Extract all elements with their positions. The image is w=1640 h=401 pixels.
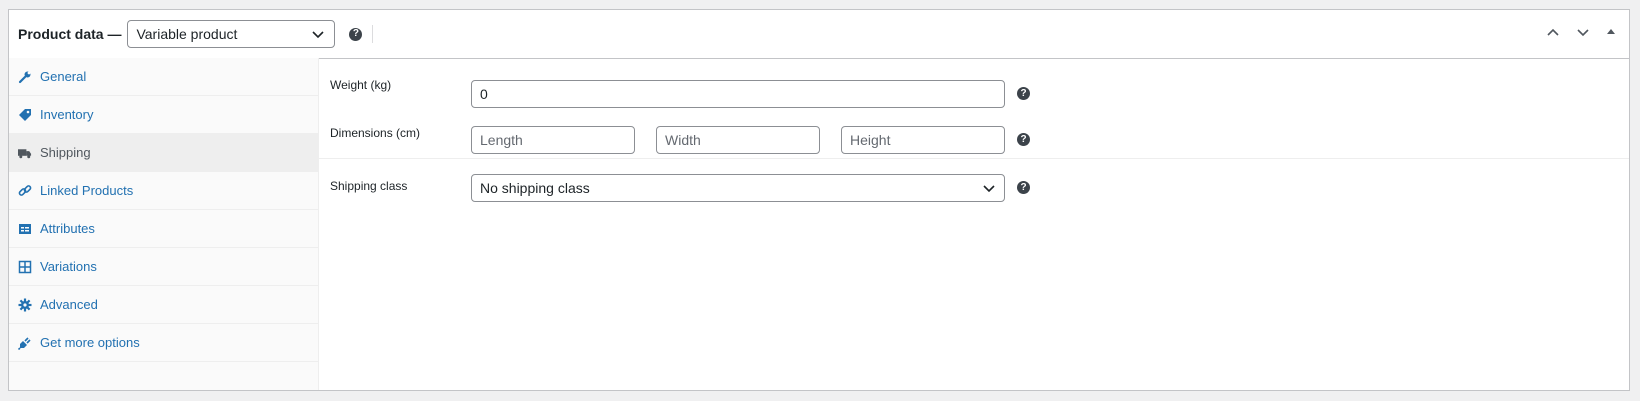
help-icon[interactable]: ? <box>349 27 363 41</box>
tag-icon <box>18 108 32 122</box>
header-divider <box>372 25 374 43</box>
product-data-panel: Product data — Variable product ? Genera… <box>8 9 1630 391</box>
help-icon[interactable]: ? <box>1017 87 1030 100</box>
gear-icon <box>18 298 32 312</box>
plug-icon <box>18 336 32 350</box>
product-type-value: Variable product <box>136 26 238 42</box>
shipping-panel: Weight (kg) 0 ? Dimensions (cm) Length W… <box>319 58 1629 390</box>
chevron-down-icon <box>980 179 998 200</box>
tab-label: Inventory <box>40 107 94 122</box>
panel-header: Product data — Variable product ? <box>9 10 1629 59</box>
tab-attributes[interactable]: Attributes <box>9 210 318 248</box>
shipping-class-select[interactable]: No shipping class <box>471 174 1005 202</box>
link-icon <box>18 184 32 198</box>
truck-icon <box>18 146 32 160</box>
collapse-toggle-icon[interactable] <box>1605 26 1617 38</box>
tab-advanced[interactable]: Advanced <box>9 286 318 324</box>
help-icon[interactable]: ? <box>1017 181 1030 194</box>
product-data-tabs: General Inventory Shipping Linked Produc… <box>9 58 319 390</box>
grid-icon <box>18 260 32 274</box>
tab-get-more-options[interactable]: Get more options <box>9 324 318 362</box>
tab-linked-products[interactable]: Linked Products <box>9 172 318 210</box>
wrench-icon <box>18 70 32 84</box>
tab-label: General <box>40 69 87 84</box>
width-placeholder: Width <box>665 132 701 148</box>
chevron-down-icon <box>309 25 327 46</box>
dimensions-label: Dimensions (cm) <box>330 126 421 140</box>
weight-row: Weight (kg) 0 ? <box>319 58 1629 110</box>
weight-label: Weight (kg) <box>330 78 392 92</box>
tab-label: Linked Products <box>40 183 134 198</box>
height-placeholder: Height <box>850 132 891 148</box>
tab-shipping[interactable]: Shipping <box>9 134 318 172</box>
move-down-icon[interactable] <box>1575 24 1591 40</box>
tab-label: Variations <box>40 259 97 274</box>
shipping-class-value: No shipping class <box>480 180 590 196</box>
tab-general[interactable]: General <box>9 58 318 96</box>
move-up-icon[interactable] <box>1545 24 1561 40</box>
tab-variations[interactable]: Variations <box>9 248 318 286</box>
height-input[interactable]: Height <box>841 126 1005 154</box>
panel-title: Product data — <box>18 26 122 42</box>
tab-inventory[interactable]: Inventory <box>9 96 318 134</box>
width-input[interactable]: Width <box>656 126 820 154</box>
shipping-class-row: Shipping class No shipping class ? <box>319 159 1629 219</box>
dimensions-row: Dimensions (cm) Length Width Height ? <box>319 110 1629 158</box>
tab-label: Get more options <box>40 335 140 350</box>
tab-label: Shipping <box>40 145 91 160</box>
tab-label: Attributes <box>40 221 95 236</box>
weight-value: 0 <box>480 86 488 102</box>
help-icon[interactable]: ? <box>1017 133 1030 146</box>
panel-actions <box>1545 24 1617 40</box>
length-placeholder: Length <box>480 132 523 148</box>
length-input[interactable]: Length <box>471 126 635 154</box>
product-type-select[interactable]: Variable product <box>127 20 336 48</box>
tab-label: Advanced <box>40 297 98 312</box>
weight-input[interactable]: 0 <box>471 80 1005 108</box>
shipping-class-label: Shipping class <box>330 179 408 193</box>
list-card-icon <box>18 222 32 236</box>
